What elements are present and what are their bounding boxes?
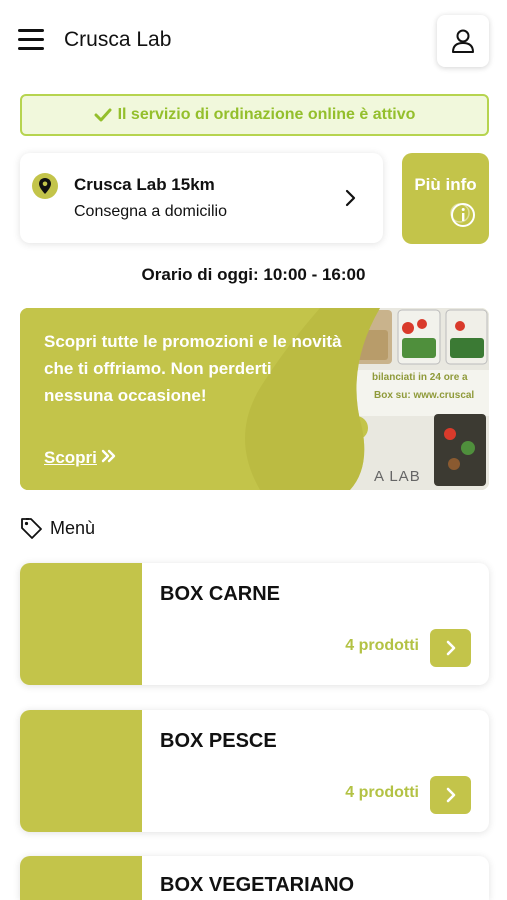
promo-text: Scopri tutte le promozioni e le novità c… bbox=[44, 332, 342, 405]
category-product-count: 4 prodotti bbox=[345, 637, 419, 654]
category-open-button[interactable] bbox=[430, 629, 471, 667]
photo-caption-2: Box su: www.cruscal bbox=[374, 390, 475, 401]
category-product-count: 4 prodotti bbox=[345, 784, 419, 801]
hamburger-icon[interactable] bbox=[18, 29, 44, 51]
user-icon bbox=[452, 29, 474, 53]
info-icon bbox=[450, 202, 476, 233]
location-pin-icon bbox=[32, 173, 58, 199]
photo-caption-1: bilanciati in 24 ore a bbox=[372, 372, 468, 383]
promo-discover-label: Scopri bbox=[44, 448, 97, 467]
category-card[interactable]: BOX PESCE 4 prodotti bbox=[20, 710, 489, 832]
chevron-right-icon bbox=[344, 189, 358, 212]
app-title: Crusca Lab bbox=[64, 28, 172, 51]
category-card[interactable]: BOX CARNE 4 prodotti bbox=[20, 563, 489, 685]
ordering-status-banner: Il servizio di ordinazione online è atti… bbox=[20, 94, 489, 136]
check-icon bbox=[94, 107, 112, 123]
delivery-mode: Consegna a domicilio bbox=[74, 203, 227, 220]
tag-icon bbox=[21, 518, 42, 539]
app-header: Crusca Lab bbox=[0, 0, 507, 84]
category-title: BOX CARNE bbox=[160, 583, 281, 605]
chevron-right-icon bbox=[446, 787, 455, 803]
category-thumbnail bbox=[20, 563, 142, 685]
menu-heading: Menù bbox=[20, 517, 95, 539]
promo-banner[interactable]: bilanciati in 24 ore a Box su: www.crusc… bbox=[20, 308, 489, 490]
double-chevron-right-icon bbox=[101, 448, 117, 468]
user-account-button[interactable] bbox=[437, 15, 489, 67]
opening-hours: Orario di oggi: 10:00 - 16:00 bbox=[141, 265, 366, 284]
more-info-button[interactable]: Più info bbox=[402, 153, 489, 244]
category-card[interactable]: BOX VEGETARIANO bbox=[20, 856, 489, 900]
category-thumbnail bbox=[20, 710, 142, 832]
menu-heading-label: Menù bbox=[50, 517, 96, 538]
more-info-label: Più info bbox=[414, 175, 477, 194]
category-open-button[interactable] bbox=[430, 776, 471, 814]
status-text: Il servizio di ordinazione online è atti… bbox=[117, 106, 416, 123]
category-title: BOX PESCE bbox=[160, 730, 277, 752]
category-title: BOX VEGETARIANO bbox=[160, 874, 355, 896]
category-thumbnail bbox=[20, 856, 142, 900]
promo-discover-link[interactable]: Scopri bbox=[44, 448, 117, 468]
store-selector-card[interactable]: Crusca Lab 15km Consegna a domicilio bbox=[20, 153, 383, 243]
photo-brand-text: A LAB bbox=[374, 468, 421, 485]
chevron-right-icon bbox=[446, 640, 455, 656]
store-name: Crusca Lab 15km bbox=[74, 175, 215, 194]
